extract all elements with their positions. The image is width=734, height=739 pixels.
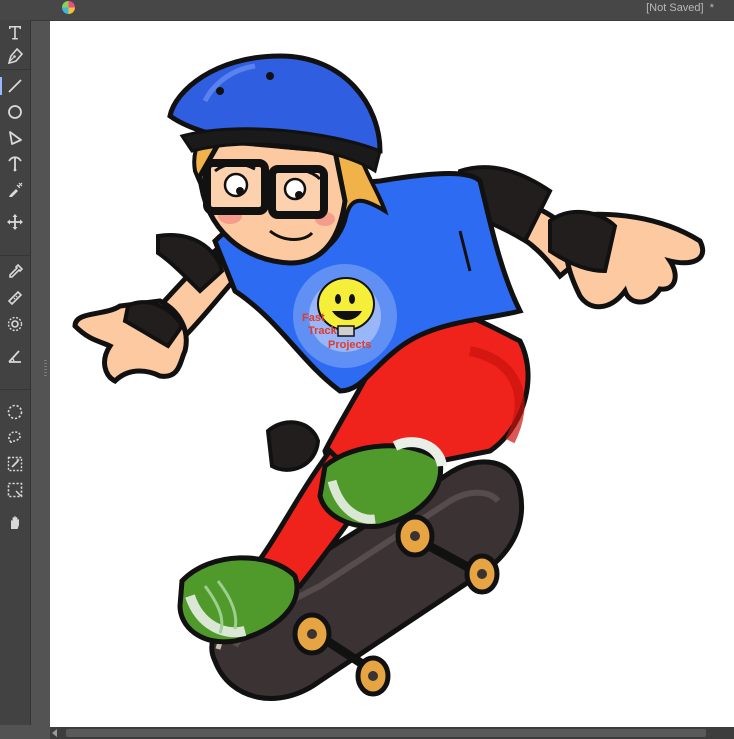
dashed-rect-icon bbox=[7, 482, 23, 498]
polygon-tool[interactable] bbox=[2, 126, 28, 150]
dashed-circle-icon bbox=[7, 404, 23, 420]
hand-tool[interactable] bbox=[2, 510, 28, 534]
line-tool[interactable] bbox=[0, 74, 28, 98]
measure-tool[interactable] bbox=[2, 344, 28, 368]
polygon-icon bbox=[9, 131, 22, 145]
tools-panel bbox=[0, 20, 31, 725]
eyedropper-tool[interactable] bbox=[2, 260, 28, 284]
logo-text-track: Track bbox=[308, 325, 338, 337]
hand-icon bbox=[11, 516, 19, 529]
magic-select-tool[interactable] bbox=[2, 452, 28, 476]
text-tool[interactable] bbox=[2, 20, 28, 44]
text-icon bbox=[9, 26, 21, 40]
ellipse-select-tool[interactable] bbox=[2, 400, 28, 424]
angle-ruler-icon bbox=[8, 350, 21, 363]
ellipse-tool[interactable] bbox=[2, 100, 28, 124]
curve-icon bbox=[8, 156, 22, 172]
panel-resize-grip[interactable] bbox=[44, 360, 47, 376]
rect-select-tool[interactable] bbox=[2, 478, 28, 502]
pen-nib-icon bbox=[7, 47, 24, 65]
horizontal-scrollbar[interactable] bbox=[50, 727, 734, 739]
title-bar: [Not Saved] * bbox=[0, 0, 734, 21]
spray-brush-icon bbox=[9, 182, 23, 197]
left-arm bbox=[72, 233, 239, 385]
document-status: [Not Saved] * bbox=[646, 2, 714, 14]
lasso-icon bbox=[8, 431, 21, 444]
drawing-canvas[interactable]: Fast Track Projects bbox=[50, 21, 734, 727]
shirt-logo: Fast Track Projects bbox=[293, 264, 397, 368]
circle-icon bbox=[8, 105, 22, 119]
move-arrows-icon bbox=[7, 214, 23, 230]
logo-text-projects: Projects bbox=[328, 339, 371, 351]
move-tool[interactable] bbox=[2, 210, 28, 234]
lasso-select-tool[interactable] bbox=[2, 426, 28, 450]
eyedropper-icon bbox=[9, 263, 24, 278]
pen-tool[interactable] bbox=[2, 44, 28, 68]
bandage-icon bbox=[7, 290, 23, 306]
magic-select-icon bbox=[7, 456, 23, 472]
scroll-thumb[interactable] bbox=[66, 729, 706, 737]
logo-text-fast: Fast bbox=[302, 312, 325, 324]
brush-tool[interactable] bbox=[2, 178, 28, 202]
curve-tool[interactable] bbox=[2, 152, 28, 176]
spot-tool[interactable] bbox=[2, 312, 28, 336]
app-logo-icon bbox=[62, 1, 75, 14]
line-icon bbox=[8, 79, 22, 93]
heal-tool[interactable] bbox=[2, 286, 28, 310]
scroll-left-icon[interactable] bbox=[52, 729, 57, 737]
dotted-circle-target-icon bbox=[7, 316, 23, 332]
skateboarder-illustration: Fast Track Projects bbox=[72, 53, 705, 701]
